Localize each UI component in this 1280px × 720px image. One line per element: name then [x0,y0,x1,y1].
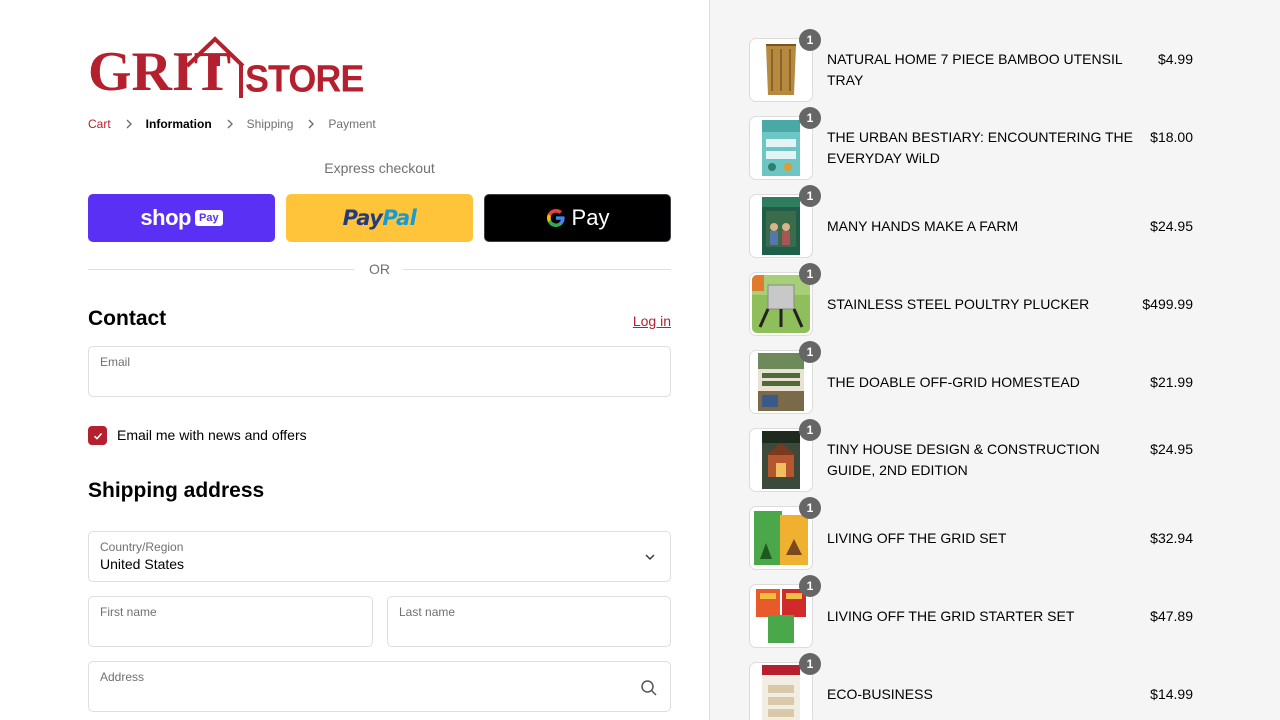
product-thumbnail: 1 [749,419,821,492]
google-g-icon [546,209,565,227]
item-name: MANY HANDS MAKE A FARM [827,218,1019,234]
item-price: $24.95 [1150,218,1193,234]
shipping-address-heading: Shipping address [88,479,265,502]
item-name: STAINLESS STEEL POULTRY PLUCKER [827,296,1090,312]
google-pay-button[interactable]: Pay [484,194,671,242]
item-name: LIVING OFF THE GRID SET [827,530,1007,546]
last-name-label: Last name [399,605,456,619]
chevron-right-icon [126,119,132,129]
item-price: $499.99 [1142,296,1193,312]
quantity-badge: 1 [799,653,821,675]
cart-item: 1 ECO-BUSINESS $14.99 [749,653,1193,720]
cart-item: 1 THE DOABLE OFF-GRID HOMESTEAD $21.99 [749,341,1193,414]
breadcrumb-payment: Payment [328,117,376,131]
item-price: $18.00 [1150,129,1193,145]
last-name-field[interactable]: Last name [387,596,671,647]
cart-item: 1 LIVING OFF THE GRID STARTER SET $47.89 [749,575,1193,648]
cart-item: 1 TINY HOUSE DESIGN & CONSTRUCTION GUIDE… [749,419,1193,492]
breadcrumb: Cart Information Shipping Payment [88,116,376,132]
product-thumbnail: 1 [749,575,821,648]
product-thumbnail: 1 [749,29,821,102]
cart-item: 1 STAINLESS STEEL POULTRY PLUCKER $499.9… [749,263,1193,336]
google-pay-wordmark: Pay [571,205,610,230]
living-off-grid-starter-set-image [752,587,810,645]
store-logo[interactable]: GRIT STORE [88,36,364,103]
cart-item: 1 THE URBAN BESTIARY: ENCOUNTERING THE E… [749,107,1193,180]
cart-item: 1 NATURAL HOME 7 PIECE BAMBOO UTENSIL TR… [749,29,1193,102]
quantity-badge: 1 [799,185,821,207]
quantity-badge: 1 [799,29,821,51]
item-name: ECO-BUSINESS [827,686,933,702]
many-hands-book-image [752,197,810,255]
chevron-down-icon [645,554,655,560]
address-field[interactable]: Address [88,661,671,712]
country-select[interactable]: Country/Region United States [88,531,671,582]
cart-item: 1 LIVING OFF THE GRID SET $32.94 [749,497,1193,570]
breadcrumb-cart[interactable]: Cart [88,117,111,131]
cart-item: 1 MANY HANDS MAKE A FARM $24.95 [749,185,1193,258]
newsletter-label: Email me with news and offers [117,427,307,443]
contact-heading: Contact [88,307,167,330]
logo-wordmark-store: STORE [245,56,364,100]
checkmark-icon [93,432,102,440]
item-price: $14.99 [1150,686,1193,702]
product-thumbnail: 1 [749,653,821,720]
product-thumbnail: 1 [749,497,821,570]
first-name-label: First name [100,605,157,619]
shop-pay-button[interactable]: shop Pay [88,194,275,242]
quantity-badge: 1 [799,419,821,441]
item-price: $47.89 [1150,608,1193,624]
quantity-badge: 1 [799,263,821,285]
poultry-plucker-image [752,275,810,333]
tiny-house-book-image [752,431,810,489]
breadcrumb-information: Information [145,117,212,131]
item-name: LIVING OFF THE GRID STARTER SET [827,608,1075,624]
breadcrumb-shipping: Shipping [246,117,294,131]
or-label: OR [369,261,390,277]
shop-pay-badge: Pay [194,210,223,226]
quantity-badge: 1 [799,341,821,363]
newsletter-checkbox[interactable] [88,426,107,445]
search-icon[interactable] [640,679,658,697]
chevron-right-icon [227,119,233,129]
living-off-grid-set-image [752,509,810,567]
login-link[interactable]: Log in [633,313,671,329]
email-field[interactable]: Email [88,346,671,397]
item-price: $32.94 [1150,530,1193,546]
item-name: THE DOABLE OFF-GRID HOMESTEAD [827,374,1080,390]
product-thumbnail: 1 [749,341,821,414]
off-grid-homestead-book-image [752,353,810,411]
paypal-wordmark: PayPal [342,206,417,230]
country-value: United States [100,556,185,572]
country-label: Country/Region [100,540,184,554]
logo-wordmark-grit: GRIT [88,41,232,103]
product-thumbnail: 1 [749,185,821,258]
item-name: TINY HOUSE DESIGN & CONSTRUCTION GUIDE, … [827,441,1100,478]
email-label: Email [100,355,131,369]
urban-bestiary-book-image [752,119,810,177]
item-price: $21.99 [1150,374,1193,390]
first-name-field[interactable]: First name [88,596,373,647]
paypal-button[interactable]: PayPal [286,194,473,242]
product-thumbnail: 1 [749,263,821,336]
shop-pay-wordmark: shop [140,205,191,230]
address-label: Address [100,670,145,684]
quantity-badge: 1 [799,107,821,129]
product-thumbnail: 1 [749,107,821,180]
chevron-right-icon [308,119,315,129]
bamboo-tray-image [752,41,810,99]
quantity-badge: 1 [799,497,821,519]
express-checkout-title: Express checkout [324,160,435,176]
or-divider: OR [88,261,671,277]
item-name: THE URBAN BESTIARY: ENCOUNTERING THE EVE… [827,129,1133,166]
eco-business-book-image [752,665,810,720]
item-price: $24.95 [1150,441,1193,457]
checkout-main: GRIT STORE Cart Information Shipping Pay… [0,0,709,720]
quantity-badge: 1 [799,575,821,597]
item-name: NATURAL HOME 7 PIECE BAMBOO UTENSIL TRAY [827,51,1123,88]
order-summary: 1 NATURAL HOME 7 PIECE BAMBOO UTENSIL TR… [709,0,1280,720]
item-price: $4.99 [1157,51,1193,67]
